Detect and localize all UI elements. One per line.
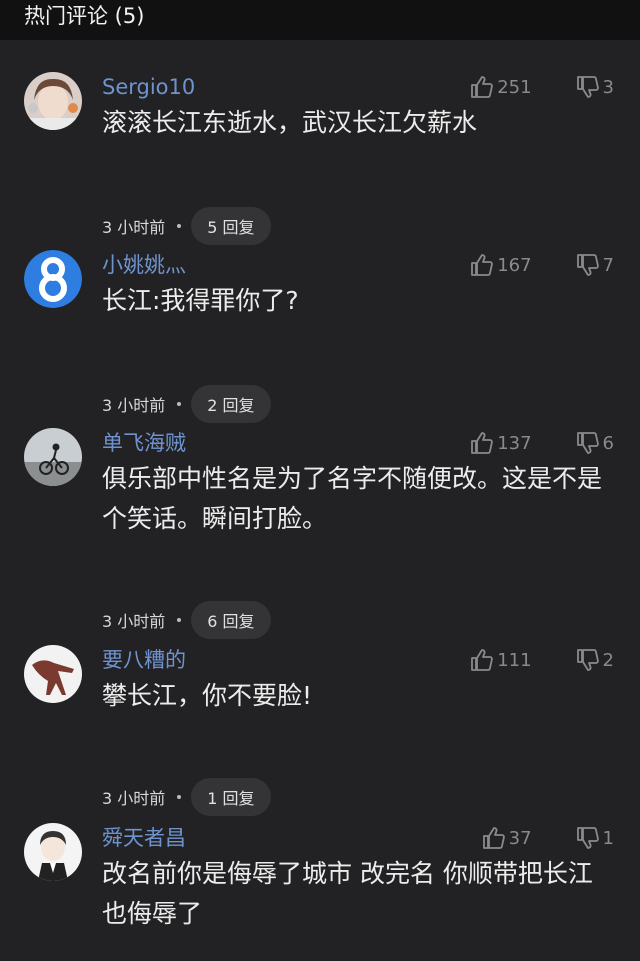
comment-meta: 3 小时前 5 回复: [102, 207, 271, 245]
header-title: 热门评论 (5): [24, 4, 145, 28]
thumbs-down-icon: [576, 254, 599, 276]
username[interactable]: 单飞海贼: [102, 430, 186, 456]
cyclist-photo-avatar-icon: [24, 428, 82, 486]
like-button[interactable]: 167: [470, 253, 532, 277]
separator-dot: [177, 795, 182, 799]
dislike-count: 2: [602, 649, 614, 671]
dislike-count: 3: [602, 76, 614, 98]
thumbs-down-icon: [576, 76, 599, 98]
dislike-button[interactable]: 2: [576, 648, 614, 672]
separator-dot: [177, 618, 182, 622]
thumbs-up-icon: [471, 76, 494, 98]
comment-time: 3 小时前: [102, 218, 166, 237]
user-avatar[interactable]: [24, 428, 82, 486]
comment-text: 滚滚长江东逝水，武汉长江欠薪水: [102, 108, 478, 137]
thumbs-up-icon: [482, 827, 505, 849]
reply-button[interactable]: 5 回复: [191, 207, 271, 245]
dislike-count: 7: [602, 254, 614, 276]
comment-stats: 167 7: [470, 252, 614, 278]
comment-text: 改名前你是侮辱了城市 改完名 你顺带把长江也侮辱了: [102, 859, 593, 928]
like-button[interactable]: 37: [482, 826, 532, 850]
comment-meta: 3 小时前 1 回复: [102, 778, 271, 816]
thumbs-down-icon: [576, 827, 599, 849]
like-button[interactable]: 251: [470, 75, 532, 99]
girl-photo-avatar-icon: [24, 72, 82, 130]
comments-header: 热门评论 (5): [0, 0, 640, 40]
thumbs-up-icon: [471, 649, 494, 671]
comment-meta: 3 小时前 2 回复: [102, 385, 271, 423]
username[interactable]: 舜天者昌: [102, 825, 186, 851]
dislike-count: 6: [602, 432, 614, 454]
comment-text: 长江:我得罪你了?: [102, 286, 299, 315]
like-count: 251: [497, 76, 532, 98]
user-avatar[interactable]: [24, 250, 82, 308]
thumbs-up-icon: [471, 254, 494, 276]
like-count: 111: [497, 649, 532, 671]
username[interactable]: Sergio10: [102, 74, 195, 100]
like-button[interactable]: 111: [470, 648, 532, 672]
like-button[interactable]: 137: [470, 431, 532, 455]
cartoon-boy-avatar-icon: [24, 823, 82, 881]
comment-text: 俱乐部中性名是为了名字不随便改。这是不是个笑话。瞬间打脸。: [102, 464, 603, 533]
reply-button[interactable]: 1 回复: [191, 778, 271, 816]
comment-time: 3 小时前: [102, 612, 166, 631]
separator-dot: [177, 224, 182, 228]
comment-time: 3 小时前: [102, 789, 166, 808]
dislike-button[interactable]: 7: [576, 253, 614, 277]
user-avatar[interactable]: [24, 72, 82, 130]
thumbs-down-icon: [576, 432, 599, 454]
comment-stats: 111 2: [470, 647, 614, 673]
comment-stats: 37 1: [482, 825, 614, 851]
comment-stats: 137 6: [470, 430, 614, 456]
username[interactable]: 小姚姚灬: [102, 252, 186, 278]
like-count: 167: [497, 254, 532, 276]
number-8-avatar-icon: [24, 250, 82, 308]
dinosaur-avatar-icon: [24, 645, 82, 703]
comment-text: 攀长江，你不要脸!: [102, 681, 313, 710]
user-avatar[interactable]: [24, 823, 82, 881]
comment-time: 3 小时前: [102, 396, 166, 415]
comment-stats: 251 3: [470, 74, 614, 100]
like-count: 137: [497, 432, 532, 454]
thumbs-down-icon: [576, 649, 599, 671]
dislike-button[interactable]: 6: [576, 431, 614, 455]
comment-meta: 3 小时前 6 回复: [102, 601, 271, 639]
thumbs-up-icon: [471, 432, 494, 454]
like-count: 37: [508, 827, 532, 849]
dislike-count: 1: [602, 827, 614, 849]
reply-button[interactable]: 6 回复: [191, 601, 271, 639]
user-avatar[interactable]: [24, 645, 82, 703]
reply-button[interactable]: 2 回复: [191, 385, 271, 423]
separator-dot: [177, 402, 182, 406]
dislike-button[interactable]: 3: [576, 75, 614, 99]
dislike-button[interactable]: 1: [576, 826, 614, 850]
username[interactable]: 要八糟的: [102, 647, 186, 673]
